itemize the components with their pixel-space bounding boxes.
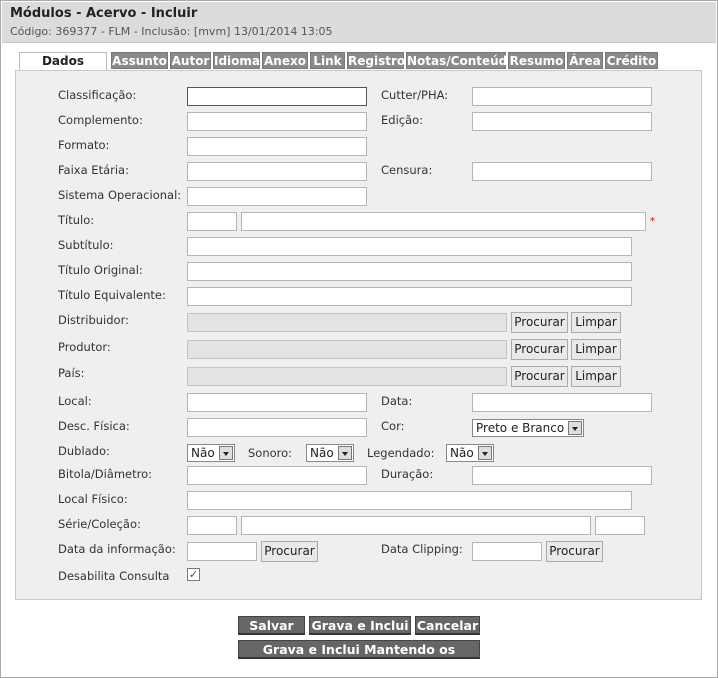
grava-inclui-mantendo-button[interactable]: Grava e Inclui Mantendo os Dados	[238, 640, 480, 675]
bitola-input[interactable]	[187, 466, 367, 485]
duracao-input[interactable]	[472, 466, 652, 485]
desc-fisica-input[interactable]	[187, 418, 367, 437]
sistema-operacional-label: Sistema Operacional:	[58, 188, 182, 202]
cor-select-value: Preto e Branco	[476, 421, 565, 435]
dublado-select[interactable]: Não	[187, 444, 235, 462]
cancelar-button[interactable]: Cancelar	[415, 616, 480, 635]
cutter-input[interactable]	[472, 87, 652, 106]
pais-limpar-button[interactable]: Limpar	[571, 366, 621, 387]
chevron-down-icon	[338, 446, 352, 460]
titulo-input[interactable]	[241, 212, 646, 231]
serie-prefix-input[interactable]	[187, 516, 237, 535]
subtitulo-label: Subtítulo:	[58, 238, 114, 252]
duracao-label: Duração:	[381, 467, 434, 481]
salvar-button[interactable]: Salvar	[238, 616, 305, 635]
chevron-down-icon	[219, 446, 233, 460]
censura-label: Censura:	[381, 163, 433, 177]
censura-input[interactable]	[472, 162, 652, 181]
tab-link[interactable]: Link	[310, 52, 345, 69]
chevron-down-icon	[568, 421, 582, 435]
pais-procurar-button[interactable]: Procurar	[511, 366, 568, 387]
classificacao-input[interactable]	[187, 87, 367, 106]
data-informacao-label: Data da informação:	[58, 542, 176, 556]
classificacao-label: Classificação:	[58, 88, 137, 102]
tab-dados-gerais[interactable]: Dados Gerais	[19, 52, 107, 85]
serie-input[interactable]	[241, 516, 591, 535]
produtor-input	[187, 340, 507, 359]
sonoro-select[interactable]: Não	[306, 444, 354, 462]
tab-credito[interactable]: Crédito	[605, 52, 658, 69]
distribuidor-procurar-button[interactable]: Procurar	[511, 312, 568, 333]
required-marker: *	[650, 216, 655, 227]
cutter-label: Cutter/PHA:	[381, 88, 449, 102]
data-label: Data:	[381, 394, 413, 408]
dublado-label: Dublado:	[58, 444, 110, 458]
subtitulo-input[interactable]	[187, 237, 632, 256]
tab-notas-conteudo[interactable]: Notas/Conteúdo	[406, 52, 516, 69]
edicao-input[interactable]	[472, 112, 652, 131]
sonoro-select-value: Não	[310, 446, 334, 460]
local-fisico-label: Local Físico:	[58, 492, 128, 506]
cor-select[interactable]: Preto e Branco	[472, 419, 584, 437]
chevron-down-icon	[478, 446, 492, 460]
data-informacao-input[interactable]	[187, 542, 257, 561]
distribuidor-limpar-button[interactable]: Limpar	[571, 312, 621, 333]
dublado-select-value: Não	[191, 446, 215, 460]
local-input[interactable]	[187, 393, 367, 412]
pais-input	[187, 367, 507, 386]
distribuidor-input	[187, 313, 507, 332]
produtor-limpar-button[interactable]: Limpar	[571, 339, 621, 360]
data-input[interactable]	[472, 393, 652, 412]
grava-inclui-button[interactable]: Grava e Inclui	[309, 616, 411, 635]
tab-resumo[interactable]: Resumo	[508, 52, 565, 69]
titulo-original-label: Título Original:	[58, 263, 143, 277]
tab-idioma[interactable]: Idioma	[213, 52, 260, 69]
record-info: Código: 369377 - FLM - Inclusão: [mvm] 1…	[10, 25, 333, 38]
page-title: Módulos - Acervo - Incluir	[10, 6, 198, 21]
faixa-etaria-input[interactable]	[187, 162, 367, 181]
data-clipping-procurar-button[interactable]: Procurar	[546, 541, 603, 562]
formato-input[interactable]	[187, 137, 367, 156]
tab-area[interactable]: Área	[567, 52, 603, 69]
cor-label: Cor:	[381, 419, 405, 433]
sistema-operacional-input[interactable]	[187, 187, 367, 206]
tab-registro[interactable]: Registro	[347, 52, 405, 69]
titulo-equivalente-input[interactable]	[187, 287, 632, 306]
page-header: Módulos - Acervo - Incluir Código: 36937…	[2, 2, 716, 43]
desabilita-consulta-checkbox[interactable]: ✓	[187, 568, 200, 581]
data-clipping-label: Data Clipping:	[381, 542, 463, 556]
faixa-etaria-label: Faixa Etária:	[58, 163, 129, 177]
titulo-original-input[interactable]	[187, 262, 632, 281]
complemento-input[interactable]	[187, 112, 367, 131]
produtor-procurar-button[interactable]: Procurar	[511, 339, 568, 360]
data-informacao-procurar-button[interactable]: Procurar	[261, 541, 318, 562]
edicao-label: Edição:	[381, 113, 424, 127]
legendado-label: Legendado:	[367, 446, 435, 460]
serie-number-input[interactable]	[595, 516, 645, 535]
formato-label: Formato:	[58, 138, 110, 152]
titulo-article-input[interactable]	[187, 212, 237, 231]
tab-autor[interactable]: Autor	[170, 52, 211, 69]
local-label: Local:	[58, 394, 92, 408]
legendado-select[interactable]: Não	[446, 444, 494, 462]
serie-label: Série/Coleção:	[58, 517, 141, 531]
pais-label: País:	[58, 366, 85, 380]
sonoro-label: Sonoro:	[248, 446, 293, 460]
produtor-label: Produtor:	[58, 340, 111, 354]
legendado-select-value: Não	[450, 446, 474, 460]
bitola-label: Bitola/Diâmetro:	[58, 467, 153, 481]
data-clipping-input[interactable]	[472, 542, 542, 561]
local-fisico-input[interactable]	[187, 491, 632, 510]
complemento-label: Complemento:	[58, 113, 143, 127]
desc-fisica-label: Desc. Física:	[58, 419, 130, 433]
tab-assunto[interactable]: Assunto	[111, 52, 168, 69]
titulo-equivalente-label: Título Equivalente:	[58, 288, 166, 302]
distribuidor-label: Distribuidor:	[58, 313, 129, 327]
tab-anexo[interactable]: Anexo	[262, 52, 308, 69]
desabilita-consulta-label: Desabilita Consulta	[58, 569, 170, 583]
titulo-label: Título:	[58, 213, 95, 227]
